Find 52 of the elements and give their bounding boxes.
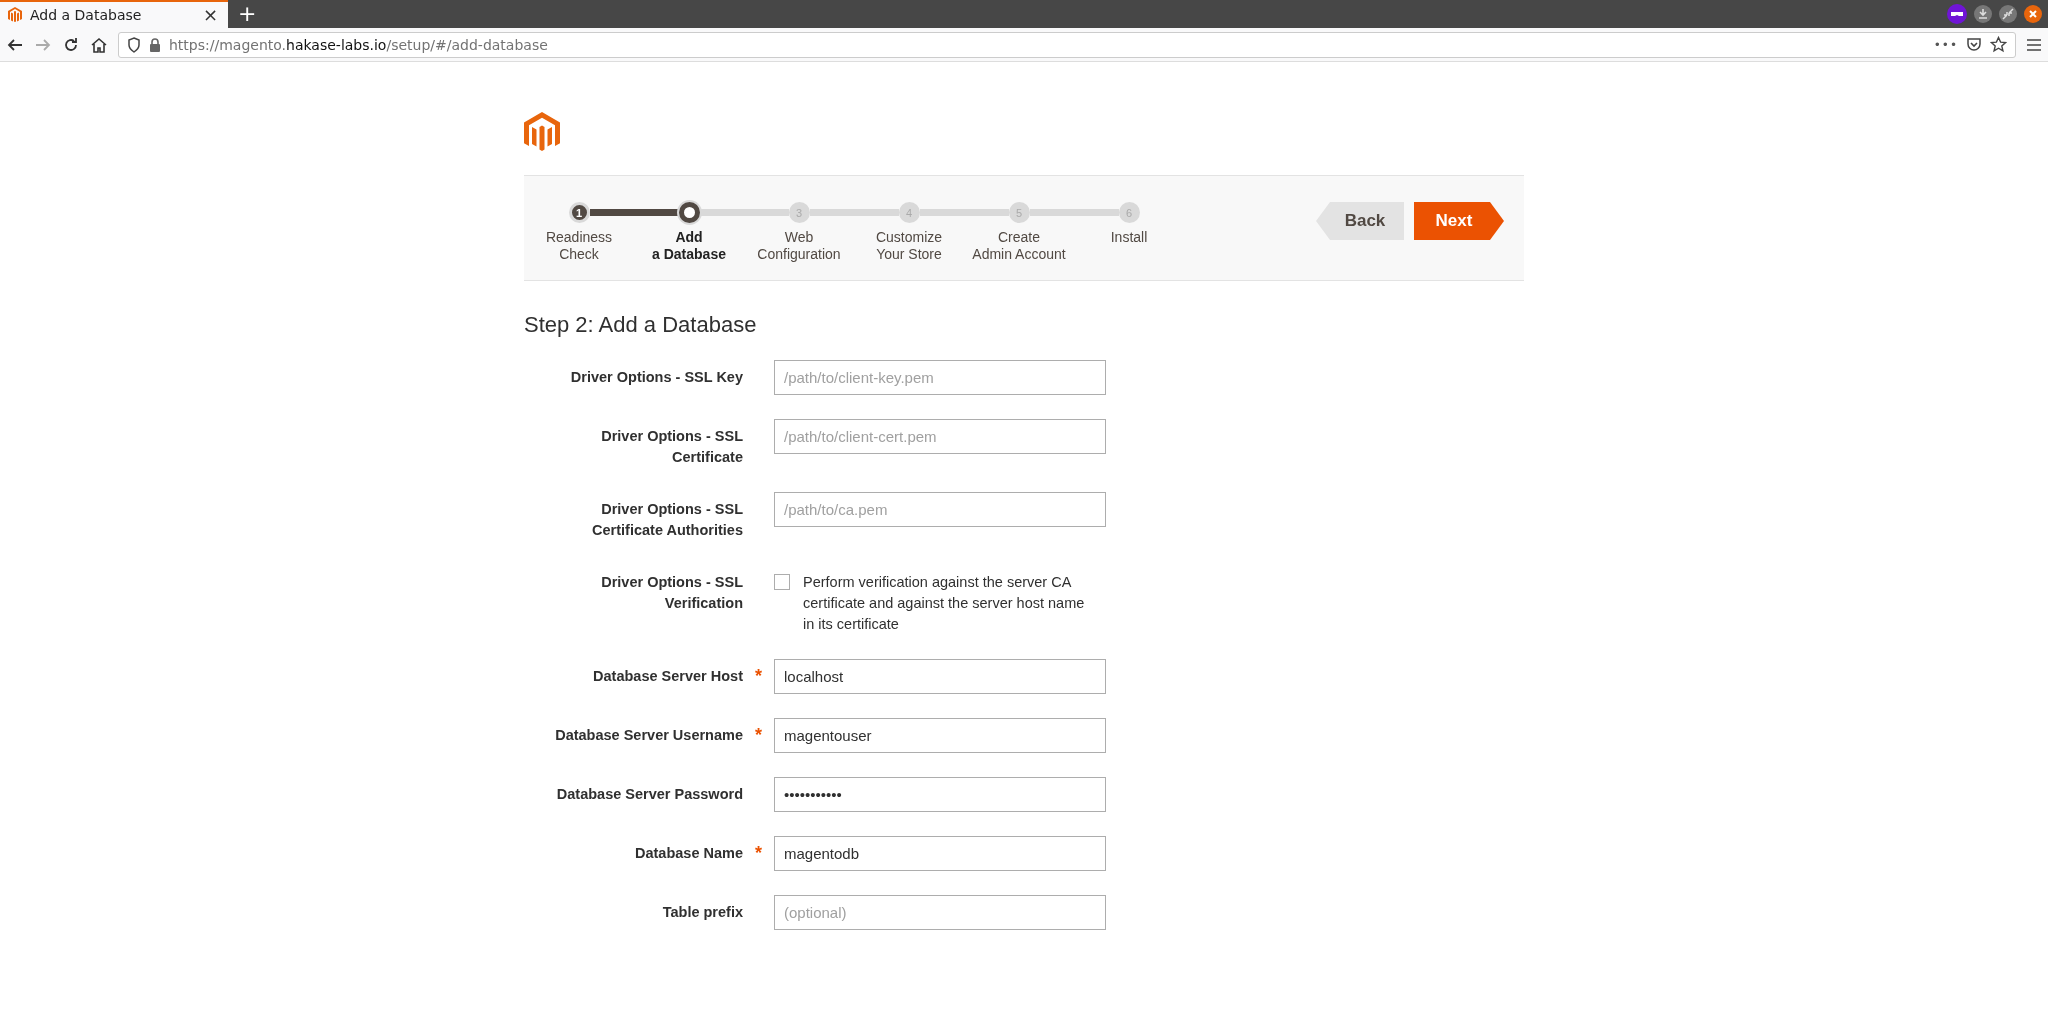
lock-icon bbox=[149, 37, 161, 52]
next-button[interactable]: Next bbox=[1414, 202, 1504, 240]
step-label: Web Configuration bbox=[757, 229, 841, 263]
field-label: Database Server Username bbox=[554, 726, 743, 745]
close-tab-button[interactable]: × bbox=[200, 6, 220, 24]
checkbox-label: Perform verification against the server CA certificate and against the server host name in its certificate bbox=[803, 573, 1086, 634]
field-label: Driver Options - SSL Certificate bbox=[600, 427, 743, 467]
field-label: Database Name bbox=[634, 844, 743, 863]
input-field[interactable]: ••••••••••• bbox=[774, 777, 1106, 812]
field-label: Table prefix bbox=[661, 903, 743, 922]
reload-icon[interactable] bbox=[62, 35, 80, 54]
page-actions-button[interactable]: ••• bbox=[1933, 37, 1958, 52]
logo-icon bbox=[8, 7, 22, 23]
star-icon[interactable] bbox=[1990, 36, 2007, 53]
input-field[interactable]: /path/to/client-key.pem bbox=[774, 360, 1106, 395]
input-field[interactable]: /path/to/client-cert.pem bbox=[774, 419, 1106, 454]
required-asterisk: * bbox=[755, 666, 762, 687]
input-field[interactable]: localhost bbox=[774, 659, 1106, 694]
tab-title: Add a Database bbox=[30, 7, 143, 23]
shield-icon bbox=[127, 36, 141, 53]
back-button[interactable]: Back bbox=[1316, 202, 1404, 240]
close-window-icon[interactable] bbox=[2024, 5, 2042, 23]
required-asterisk: * bbox=[755, 843, 762, 864]
checkbox[interactable] bbox=[774, 574, 790, 590]
input-field[interactable]: magentodb bbox=[774, 836, 1106, 871]
restore-icon[interactable] bbox=[1999, 5, 2017, 23]
browser-tab[interactable]: Add a Database × bbox=[0, 0, 228, 28]
input-field[interactable]: (optional) bbox=[774, 895, 1106, 930]
required-asterisk: * bbox=[755, 725, 762, 746]
step-label: Create Admin Account bbox=[972, 229, 1066, 263]
address-bar[interactable]: https://magento.hakase-labs.io/setup/#/add-database ••• bbox=[118, 31, 2016, 58]
new-tab-button[interactable]: + bbox=[228, 0, 267, 28]
field-label: Driver Options - SSL Certificate Authorities bbox=[591, 500, 743, 540]
field-label: Database Server Host bbox=[592, 667, 743, 686]
url-text: https://magento.hakase-labs.io/setup/#/add-database bbox=[169, 36, 549, 53]
download-icon[interactable] bbox=[1974, 5, 1992, 23]
step-label: Install bbox=[1110, 229, 1148, 246]
input-field[interactable]: /path/to/ca.pem bbox=[774, 492, 1106, 527]
logo-icon bbox=[524, 112, 560, 152]
step-label: Add a Database bbox=[652, 229, 726, 263]
page-heading: Step 2: Add a Database bbox=[524, 312, 758, 338]
field-label: Database Server Password bbox=[555, 785, 743, 804]
step-label: Readiness Check bbox=[545, 229, 613, 263]
step-marker: 1 bbox=[568, 202, 590, 223]
field-label: Driver Options - SSL Verification bbox=[600, 573, 743, 613]
input-field[interactable]: magentouser bbox=[774, 718, 1106, 753]
pocket-icon[interactable] bbox=[1966, 36, 1982, 53]
step-label: Customize Your Store bbox=[875, 229, 943, 263]
field-label: Driver Options - SSL Key bbox=[569, 368, 743, 387]
home-icon[interactable] bbox=[90, 35, 108, 54]
mask-icon[interactable] bbox=[1947, 4, 1967, 24]
menu-icon[interactable] bbox=[2026, 37, 2042, 52]
